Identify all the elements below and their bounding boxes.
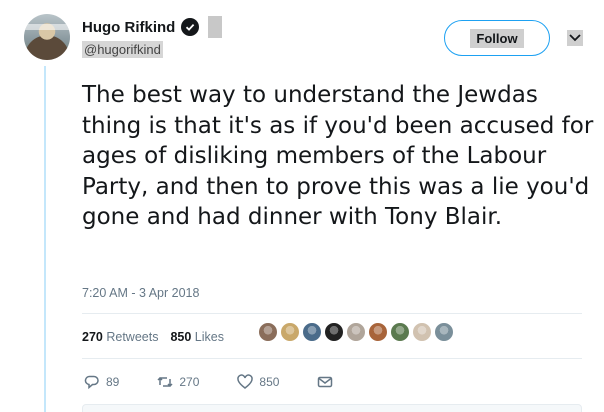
likes-stat[interactable]: 850 Likes (170, 330, 224, 344)
chevron-down-icon[interactable] (567, 30, 583, 46)
verified-badge-icon (181, 18, 200, 36)
liker-avatar[interactable] (368, 322, 388, 342)
reply-button[interactable]: 89 (84, 374, 119, 390)
direct-message-icon (318, 376, 333, 388)
retweets-count: 270 (82, 330, 103, 344)
engagement-stats: 270 Retweets 850 Likes (82, 330, 224, 344)
author-name-row: Hugo Rifkind (82, 18, 200, 36)
tweet-text: The best way to understand the Jewdas th… (82, 82, 594, 230)
liker-avatar[interactable] (346, 322, 366, 342)
redaction-block (208, 16, 222, 38)
liker-avatar[interactable] (412, 322, 432, 342)
follow-button-label: Follow (470, 28, 524, 48)
retweet-icon (157, 376, 173, 388)
tweet-actions: 89 270 850 (84, 374, 371, 390)
retweet-count: 270 (179, 375, 200, 389)
reply-input[interactable] (82, 404, 582, 412)
divider (82, 313, 582, 314)
retweets-label: Retweets (106, 330, 159, 344)
handle[interactable]: @hugorifkind (82, 41, 163, 58)
retweet-button[interactable]: 270 (157, 374, 199, 390)
avatar[interactable] (24, 14, 70, 60)
liker-avatars (258, 322, 454, 342)
like-heart-icon (237, 374, 254, 389)
liker-avatar[interactable] (434, 322, 454, 342)
follow-button[interactable]: Follow (444, 20, 550, 56)
direct-message-button[interactable] (317, 374, 333, 390)
likes-count: 850 (170, 330, 192, 344)
like-count: 850 (259, 375, 280, 389)
display-name[interactable]: Hugo Rifkind (82, 19, 175, 36)
liker-avatar[interactable] (390, 322, 410, 342)
like-button[interactable]: 850 (237, 374, 279, 390)
liker-avatar[interactable] (324, 322, 344, 342)
thread-line (44, 66, 46, 412)
timestamp[interactable]: 7:20 AM - 3 Apr 2018 (82, 286, 199, 300)
liker-avatar[interactable] (280, 322, 300, 342)
retweets-stat[interactable]: 270 Retweets (82, 330, 158, 344)
liker-avatar[interactable] (258, 322, 278, 342)
reply-count: 89 (106, 375, 120, 389)
reply-icon (84, 375, 99, 390)
divider (82, 358, 582, 359)
liker-avatar[interactable] (302, 322, 322, 342)
likes-label: Likes (194, 330, 224, 344)
